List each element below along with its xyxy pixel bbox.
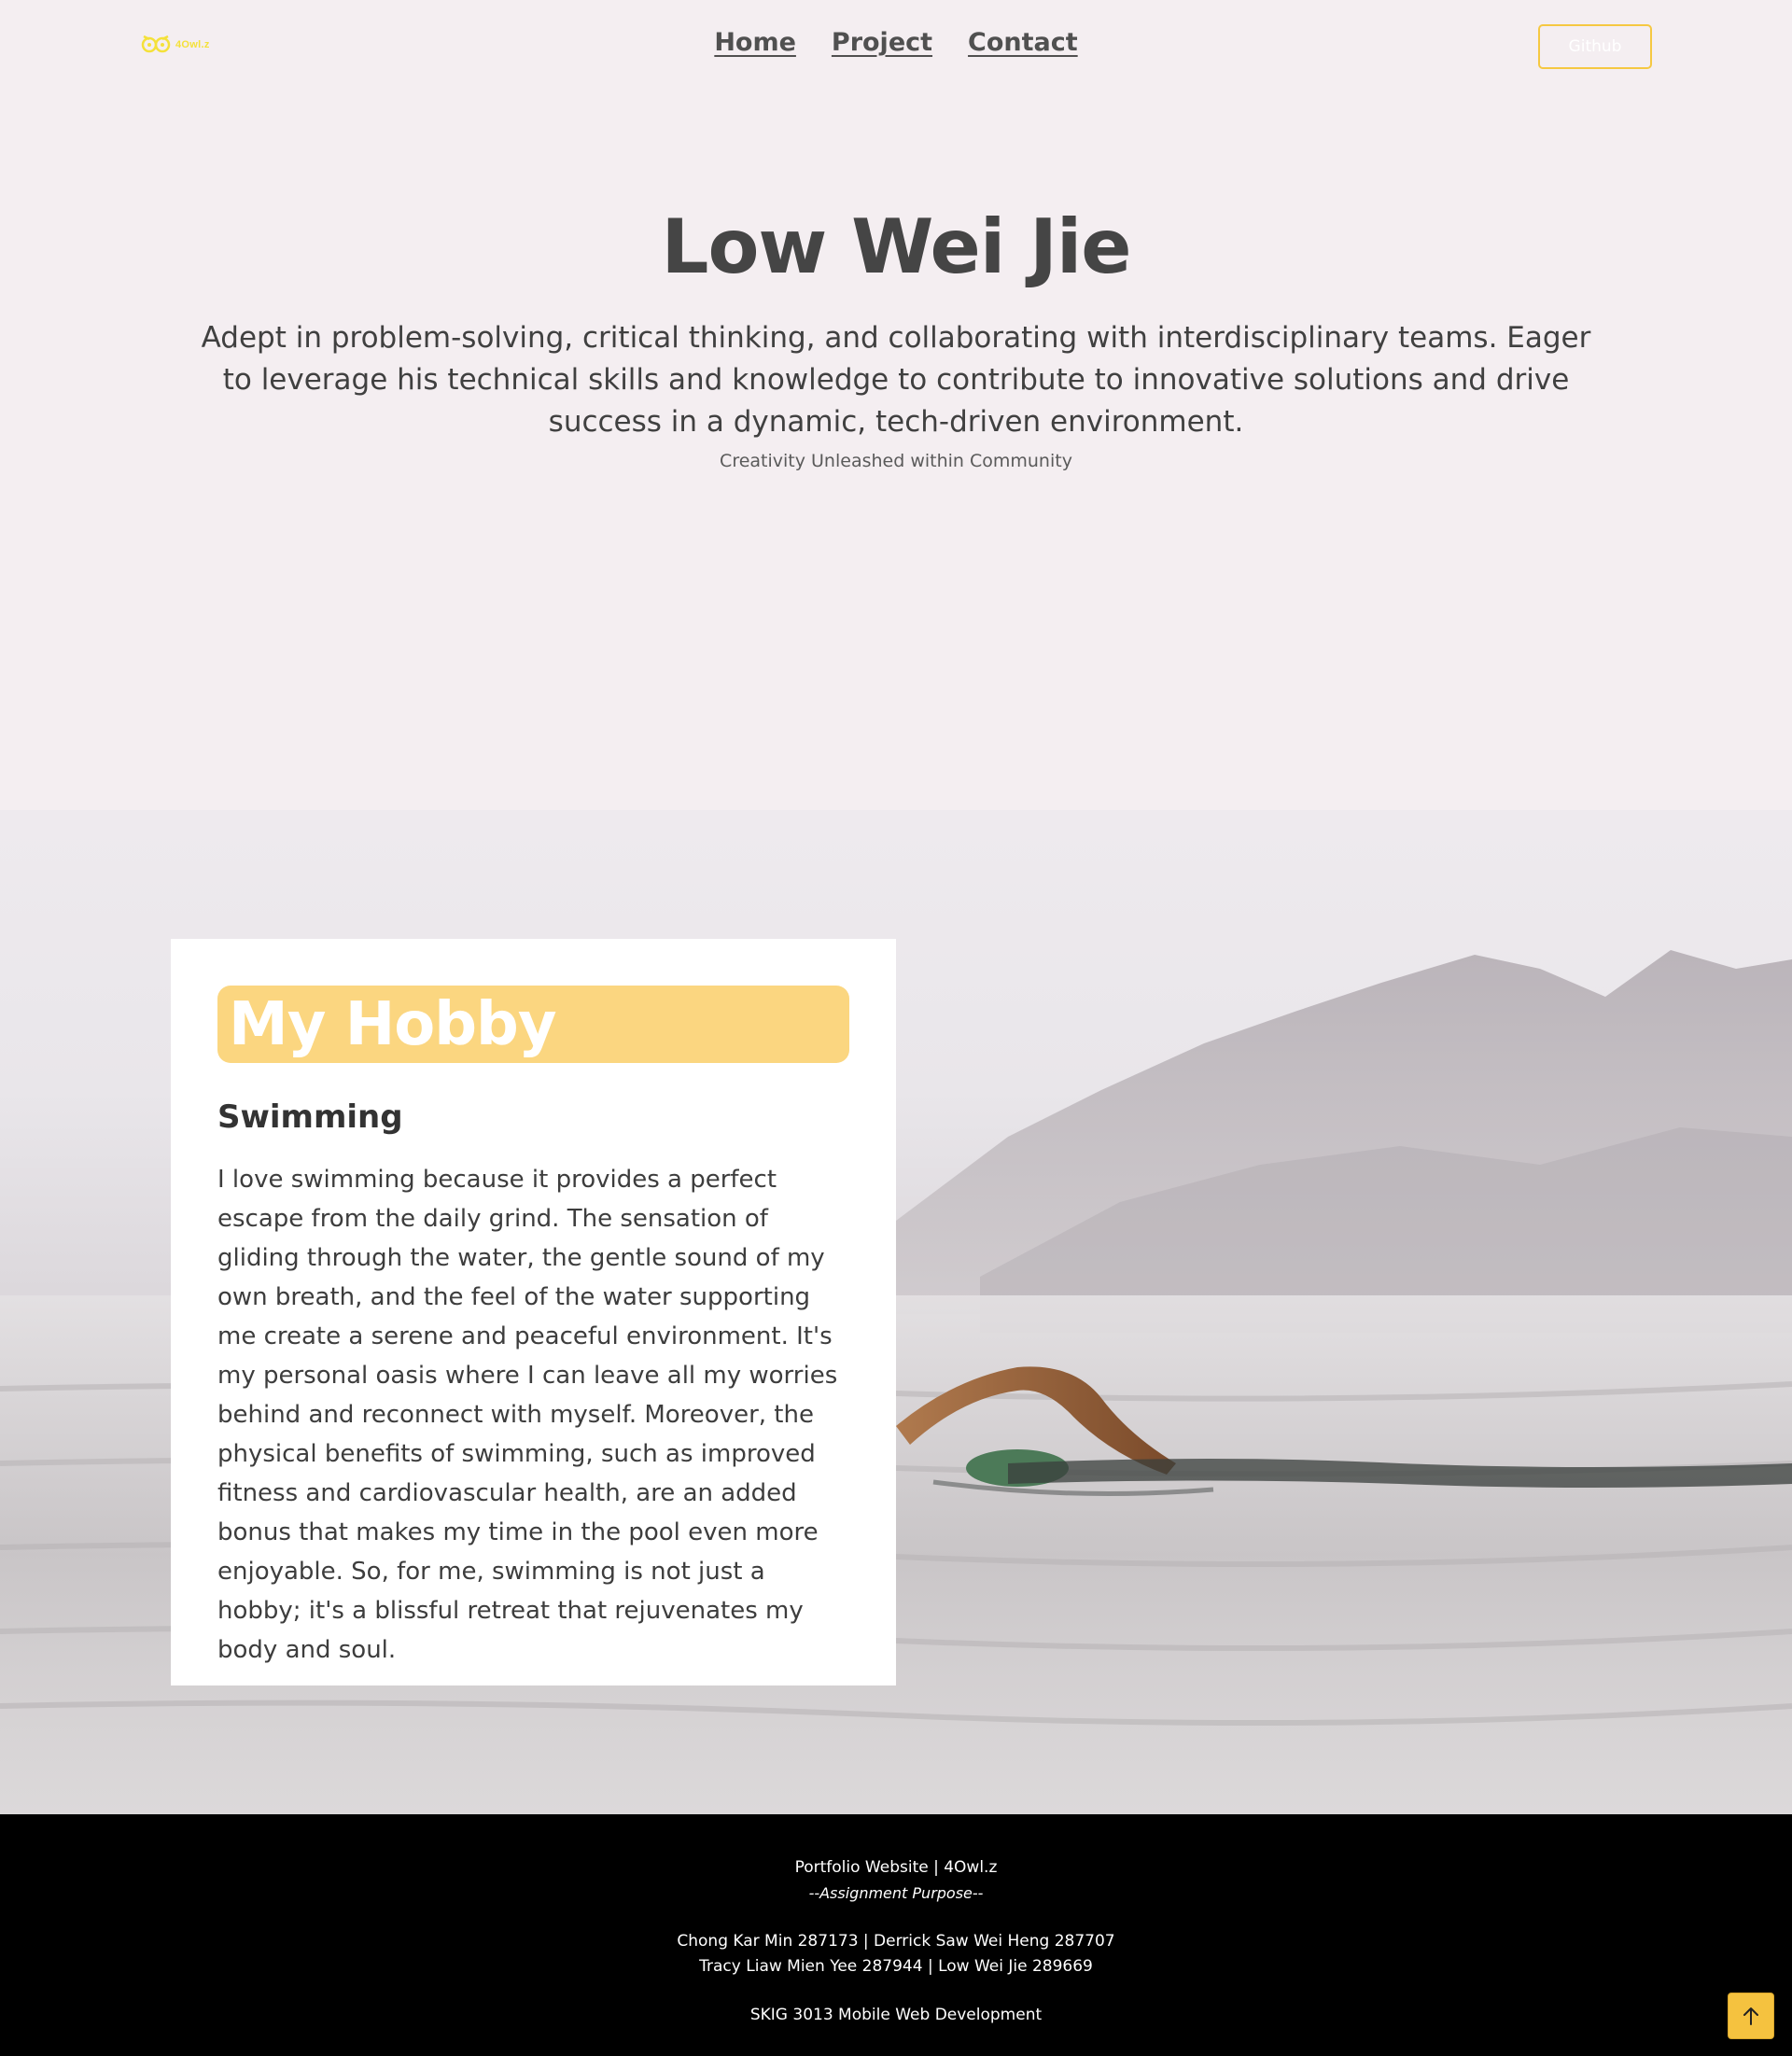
footer-members-line-2: Tracy Liaw Mien Yee 287944 | Low Wei Jie… (699, 1957, 1093, 1976)
footer-title: Portfolio Website | 4Owl.z (794, 1858, 998, 1877)
hobby-section: My Hobby Swimming I love swimming becaus… (0, 810, 1792, 1814)
github-button[interactable]: Github (1538, 24, 1652, 69)
nav-contact-link[interactable]: Contact (968, 28, 1078, 57)
hobby-description: I love swimming because it provides a pe… (217, 1166, 838, 1664)
hero-section: Low Wei Jie Adept in problem-solving, cr… (0, 187, 1792, 471)
hobby-card: My Hobby Swimming I love swimming becaus… (171, 939, 896, 1685)
hobby-heading-badge: My Hobby (217, 986, 849, 1063)
hobby-heading: My Hobby (229, 989, 557, 1059)
footer-members-line-1: Chong Kar Min 287173 | Derrick Saw Wei H… (677, 1932, 1115, 1951)
hobby-subtitle: Swimming (217, 1098, 403, 1136)
arrow-up-icon (1743, 2007, 1758, 2025)
hero-name: Low Wei Jie (661, 203, 1131, 290)
main-nav: Home Project Contact (0, 28, 1792, 57)
navbar: 4Owl.z Home Project Contact Github (0, 0, 1792, 93)
hero-description: Adept in problem-solving, critical think… (201, 321, 1591, 439)
scroll-to-top-button[interactable] (1728, 1993, 1774, 2039)
footer-course: SKIG 3013 Mobile Web Development (749, 2006, 1043, 2024)
nav-home-link[interactable]: Home (714, 28, 796, 57)
hero-tagline: Creativity Unleashed within Community (720, 451, 1072, 471)
footer-subtitle: --Assignment Purpose-- (808, 1884, 984, 1902)
footer: Portfolio Website | 4Owl.z --Assignment … (0, 1814, 1792, 2056)
nav-project-link[interactable]: Project (832, 28, 932, 57)
